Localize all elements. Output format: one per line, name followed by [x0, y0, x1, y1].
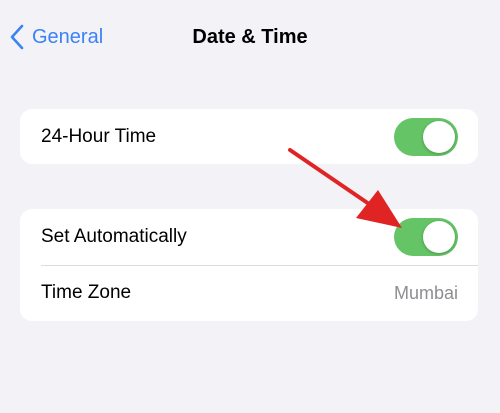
toggle-set-automatically[interactable]	[394, 218, 458, 256]
toggle-knob	[423, 120, 455, 153]
settings-group-date-time: Set Automatically Time Zone Mumbai	[20, 209, 478, 321]
settings-row-24-hour-time: 24-Hour Time	[20, 109, 478, 164]
navigation-bar: General Date & Time	[0, 0, 500, 74]
row-label-24-hour-time: 24-Hour Time	[41, 125, 157, 147]
row-label-time-zone: Time Zone	[41, 282, 132, 303]
page-title: Date & Time	[192, 26, 308, 48]
settings-row-set-automatically: Set Automatically	[20, 209, 478, 265]
toggle-24-hour-time[interactable]	[394, 117, 458, 156]
row-label-set-automatically: Set Automatically	[41, 226, 187, 247]
settings-group-24-hour: 24-Hour Time	[20, 109, 478, 164]
time-zone-value: Mumbai	[393, 282, 458, 303]
settings-row-time-zone[interactable]: Time Zone Mumbai	[20, 265, 478, 321]
toggle-knob	[423, 221, 455, 253]
